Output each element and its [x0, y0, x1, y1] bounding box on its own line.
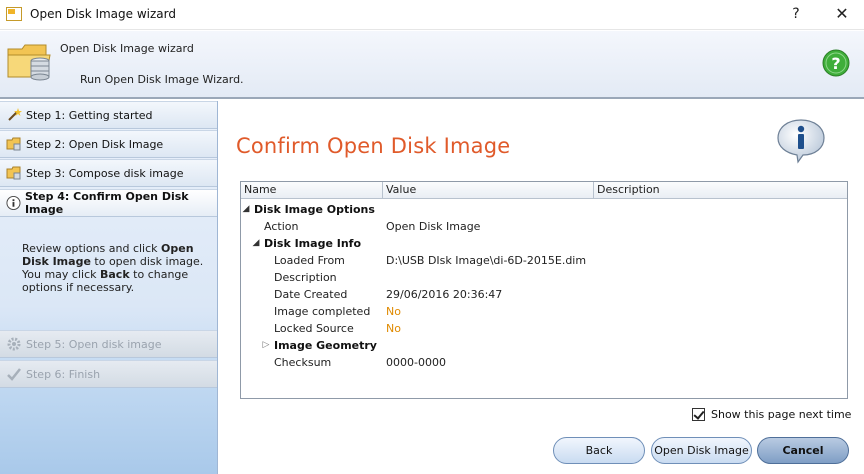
row-name: Locked Source [274, 322, 354, 335]
page-title: Confirm Open Disk Image [236, 134, 511, 158]
step-label: Step 4: Confirm Open Disk Image [24, 190, 189, 216]
row-name: Disk Image Options [254, 203, 375, 216]
row-name: Disk Image Info [264, 237, 362, 250]
properties-grid: Name Value Description ◢ Disk Image Opti… [240, 181, 848, 399]
show-page-label: Show this page next time [711, 408, 852, 421]
help-button[interactable]: ? [786, 4, 806, 24]
open-disk-image-button[interactable]: Open Disk Image [651, 437, 752, 464]
header-title: Open Disk Image wizard [60, 42, 194, 55]
step-label: Step 2: Open Disk Image [26, 137, 164, 151]
table-row[interactable]: Checksum 0000-0000 [241, 354, 847, 371]
step-open-disk-image[interactable]: Step 2: Open Disk Image [0, 130, 217, 158]
svg-text:?: ? [831, 54, 840, 73]
table-row[interactable]: Image completed No [241, 303, 847, 320]
step-confirm-open-disk-image[interactable]: Step 4: Confirm Open Disk Image [0, 189, 217, 217]
folder-icon [6, 166, 21, 180]
step-finish: Step 6: Finish [0, 360, 217, 388]
table-row[interactable]: ◢ Disk Image Info [241, 235, 847, 252]
back-button[interactable]: Back [553, 437, 645, 464]
collapse-arrow-icon[interactable]: ◢ [241, 201, 251, 218]
row-value: No [386, 305, 401, 318]
info-icon [6, 195, 21, 211]
column-header-description[interactable]: Description [594, 182, 847, 199]
folder-icon [6, 137, 21, 151]
row-name: Image completed [274, 305, 371, 318]
show-page-option[interactable]: Show this page next time [692, 408, 851, 421]
step-label: Step 5: Open disk image [26, 337, 162, 351]
expand-arrow-icon[interactable]: ▷ [261, 337, 271, 354]
step-compose-disk-image[interactable]: Step 3: Compose disk image [0, 159, 217, 187]
description-bold: Back [100, 268, 130, 281]
row-value: D:\USB DIsk Image\di-6D-2015E.dim [386, 254, 587, 267]
gear-icon [7, 337, 21, 351]
row-name: Date Created [274, 288, 348, 301]
collapse-arrow-icon[interactable]: ◢ [251, 235, 261, 252]
wizard-header: Open Disk Image wizard Run Open Disk Ima… [0, 31, 864, 99]
step-label: Step 1: Getting started [26, 108, 153, 122]
title-bar: Open Disk Image wizard ? ✕ [0, 0, 864, 30]
step-label: Step 6: Finish [26, 367, 101, 381]
help-circle-icon[interactable]: ? [822, 49, 850, 77]
cancel-button[interactable]: Cancel [757, 437, 849, 464]
table-row[interactable]: Loaded From D:\USB DIsk Image\di-6D-2015… [241, 252, 847, 269]
table-row[interactable]: Date Created 29/06/2016 20:36:47 [241, 286, 847, 303]
wand-icon [8, 108, 22, 121]
table-row[interactable]: ◢ Disk Image Options [241, 201, 847, 218]
info-bubble-icon [777, 119, 825, 164]
column-header-value[interactable]: Value [383, 182, 594, 199]
row-value: 29/06/2016 20:36:47 [386, 288, 503, 301]
row-name: Action [264, 220, 299, 233]
row-value: No [386, 322, 401, 335]
close-button[interactable]: ✕ [830, 3, 854, 25]
folder-database-icon [7, 44, 51, 81]
table-row[interactable]: ▷ Image Geometry [241, 337, 847, 354]
row-value: 0000-0000 [386, 356, 446, 369]
row-name: Image Geometry [274, 339, 377, 352]
table-row[interactable]: Description [241, 269, 847, 286]
row-name: Loaded From [274, 254, 345, 267]
row-name: Description [274, 271, 337, 284]
description-text: Review options and click [22, 242, 162, 255]
column-header-name[interactable]: Name [241, 182, 383, 199]
header-subtitle: Run Open Disk Image Wizard. [80, 73, 244, 86]
row-value: Open Disk Image [386, 220, 481, 233]
step-open-disk-image-disabled: Step 5: Open disk image [0, 330, 217, 358]
table-row[interactable]: Action Open Disk Image [241, 218, 847, 235]
app-icon [6, 7, 22, 21]
step-getting-started[interactable]: Step 1: Getting started [0, 101, 217, 129]
table-row[interactable]: Locked Source No [241, 320, 847, 337]
window-title: Open Disk Image wizard [30, 7, 176, 21]
show-page-checkbox[interactable] [692, 408, 705, 421]
row-name: Checksum [274, 356, 332, 369]
wizard-steps-sidebar: Step 1: Getting started Step 2: Open Dis… [0, 101, 218, 474]
step-description: Review options and click Open Disk Image… [22, 242, 208, 294]
grid-header: Name Value Description [241, 182, 847, 199]
step-label: Step 3: Compose disk image [26, 166, 184, 180]
checkmark-icon [7, 368, 21, 381]
